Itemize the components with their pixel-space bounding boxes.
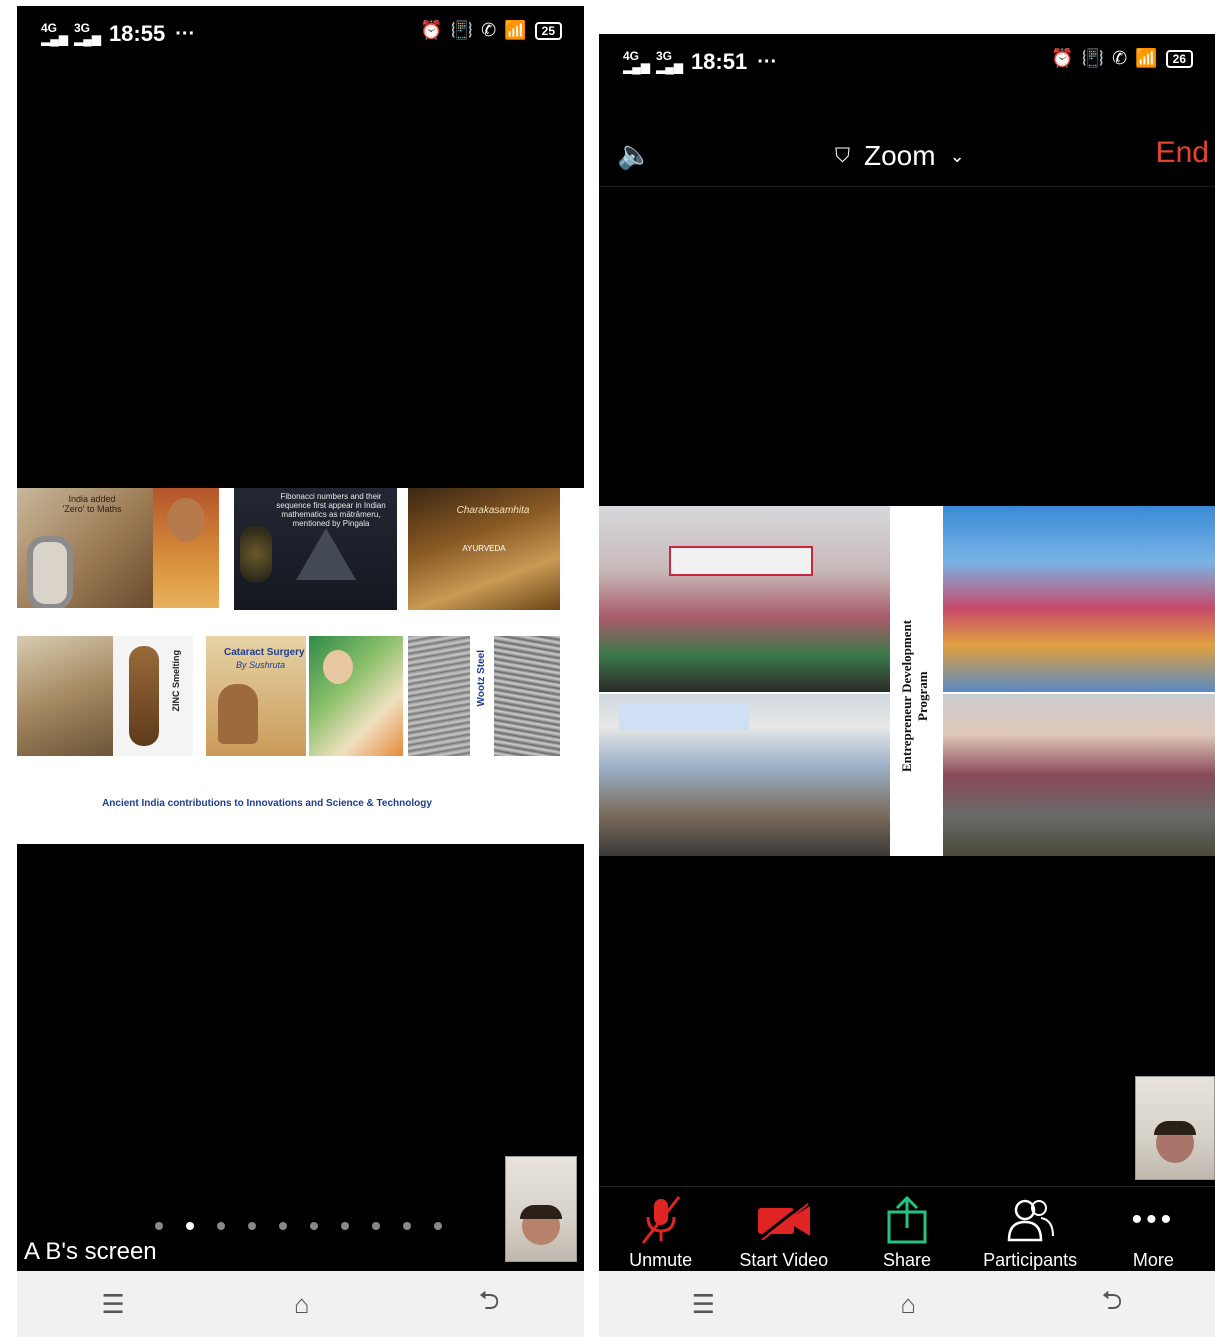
start-video-button[interactable]: Start Video bbox=[724, 1194, 844, 1273]
wootz-steel-tile: Wootz Steel bbox=[408, 636, 560, 756]
self-video-thumbnail[interactable] bbox=[505, 1156, 577, 1262]
page-dot[interactable] bbox=[155, 1222, 163, 1230]
meeting-header: 🔈 ⛉ Zoom ⌄ End bbox=[599, 126, 1215, 187]
slide-caption: Ancient India contributions to Innovatio… bbox=[102, 798, 432, 809]
back-icon[interactable]: ⮌ bbox=[1101, 1282, 1122, 1326]
status-icons: ⏰ 📳 ✆ 📶 26 bbox=[1051, 48, 1193, 69]
page-dot[interactable] bbox=[186, 1222, 194, 1230]
page-indicator[interactable] bbox=[155, 1222, 442, 1230]
menu-icon[interactable]: ☰ bbox=[102, 1289, 125, 1320]
battery-icon: 26 bbox=[1165, 49, 1193, 68]
status-icons: ⏰ 📳 ✆ 📶 25 bbox=[420, 20, 562, 41]
alarm-icon: ⏰ bbox=[1051, 48, 1074, 68]
screen-share-label: A B's screen bbox=[24, 1238, 157, 1265]
meeting-title-dropdown[interactable]: ⛉ Zoom ⌄ bbox=[835, 140, 965, 172]
chevron-down-icon: ⌄ bbox=[949, 145, 965, 166]
page-dot[interactable] bbox=[217, 1222, 225, 1230]
pyramid-image bbox=[296, 528, 356, 580]
page-dot[interactable] bbox=[372, 1222, 380, 1230]
back-icon[interactable]: ⮌ bbox=[479, 1282, 500, 1326]
meeting-title: Zoom bbox=[864, 140, 936, 171]
training-group-photo-2 bbox=[599, 694, 890, 856]
shield-check-icon: ⛉ bbox=[835, 144, 850, 167]
page-dot[interactable] bbox=[341, 1222, 349, 1230]
zero-tile: India added 'Zero' to Maths bbox=[17, 488, 153, 608]
unmute-label: Unmute bbox=[629, 1250, 693, 1270]
status-time: 18:55 bbox=[108, 21, 166, 46]
ayurveda-label: AYURVEDA bbox=[462, 544, 506, 553]
share-button[interactable]: Share bbox=[847, 1194, 967, 1273]
participants-label: Participants bbox=[983, 1250, 1078, 1270]
vibrate-icon: 📳 bbox=[1081, 48, 1105, 68]
cataract-subtitle: By Sushruta bbox=[236, 660, 286, 670]
android-nav-bar: ☰ ⌂ ⮌ bbox=[599, 1271, 1215, 1337]
page-dot[interactable] bbox=[310, 1222, 318, 1230]
more-label: More bbox=[1132, 1250, 1174, 1270]
more-button[interactable]: ••• More bbox=[1093, 1194, 1213, 1273]
vibrate-icon: 📳 bbox=[450, 20, 474, 40]
zinc-smelting-label: ZINC Smelting bbox=[171, 650, 181, 712]
cataract-title: Cataract Surgery bbox=[224, 647, 305, 658]
meeting-toolbar: Unmute Start Video Share Participants ••… bbox=[599, 1186, 1215, 1273]
home-icon[interactable]: ⌂ bbox=[900, 1289, 916, 1320]
fibonacci-text: Fibonacci numbers and their sequence fir… bbox=[276, 492, 386, 528]
charakasamhita-tile: Charakasamhita AYURVEDA bbox=[408, 488, 560, 610]
alarm-icon: ⏰ bbox=[420, 20, 443, 40]
end-meeting-button[interactable]: End bbox=[1156, 136, 1209, 170]
right-phone-screen: 4G ▂▄▆ 3G ▂▄▆ 18:51 ··· ⏰ 📳 ✆ 📶 26 🔈 ⛉ Zoo… bbox=[599, 34, 1215, 1337]
android-nav-bar: ☰ ⌂ ⮌ bbox=[17, 1271, 584, 1337]
participants-icon bbox=[1001, 1194, 1059, 1246]
page-dot[interactable] bbox=[403, 1222, 411, 1230]
signal-4g-icon: 4G ▂▄▆ bbox=[623, 49, 650, 74]
status-time: 18:51 bbox=[690, 49, 748, 74]
microphone-muted-icon bbox=[639, 1194, 683, 1246]
share-label: Share bbox=[882, 1250, 931, 1270]
shared-slide: India added 'Zero' to Maths Fibonacci nu… bbox=[17, 488, 584, 844]
aryabhata-portrait bbox=[153, 488, 219, 608]
cataract-tile: Cataract Surgery By Sushruta bbox=[206, 636, 306, 756]
self-video-thumbnail[interactable] bbox=[1135, 1076, 1215, 1180]
more-dots-icon: ••• bbox=[1131, 1203, 1176, 1236]
start-video-label: Start Video bbox=[739, 1250, 829, 1270]
participants-button[interactable]: Participants bbox=[970, 1194, 1090, 1273]
training-group-photo-4 bbox=[943, 694, 1215, 856]
status-more-dots: ··· bbox=[175, 22, 196, 45]
page-dot[interactable] bbox=[434, 1222, 442, 1230]
wootz-steel-label: Wootz Steel bbox=[476, 650, 487, 707]
speaker-icon[interactable]: 🔈 bbox=[617, 138, 652, 171]
call-icon: ✆ bbox=[1112, 48, 1128, 68]
zinc-site-image bbox=[17, 636, 113, 756]
status-more-dots: ··· bbox=[757, 50, 778, 73]
sushruta-painting bbox=[309, 636, 403, 756]
status-bar: 4G ▂▄▆ 3G ▂▄▆ 18:55 ··· ⏰ 📳 ✆ 📶 25 bbox=[17, 6, 584, 62]
status-bar: 4G ▂▄▆ 3G ▂▄▆ 18:51 ··· ⏰ 📳 ✆ 📶 26 bbox=[599, 34, 1215, 90]
zero-tile-text: India added 'Zero' to Maths bbox=[62, 494, 122, 514]
menu-icon[interactable]: ☰ bbox=[692, 1289, 715, 1320]
signal-3g-icon: 3G ▂▄▆ bbox=[655, 49, 683, 74]
battery-icon: 25 bbox=[534, 21, 562, 40]
page-dot[interactable] bbox=[279, 1222, 287, 1230]
call-icon: ✆ bbox=[481, 20, 497, 40]
left-phone-screen: 4G ▂▄▆ 3G ▂▄▆ 18:55 ··· ⏰ 📳 ✆ 📶 25 India a… bbox=[17, 6, 584, 1337]
charakasamhita-title: Charakasamhita bbox=[456, 505, 530, 516]
unmute-button[interactable]: Unmute bbox=[601, 1194, 721, 1273]
training-group-photo-1 bbox=[599, 506, 890, 692]
page-dot[interactable] bbox=[248, 1222, 256, 1230]
pineapple-image bbox=[240, 526, 272, 582]
signal-4g-icon: 4G ▂▄▆ bbox=[41, 21, 68, 46]
signal-3g-icon: 3G ▂▄▆ bbox=[73, 21, 101, 46]
wifi-icon: 📶 bbox=[1135, 48, 1158, 68]
zinc-retort-image: ZINC Smelting bbox=[113, 636, 193, 756]
share-upload-icon bbox=[885, 1194, 929, 1246]
zero-digit-image bbox=[27, 536, 73, 608]
shared-slide: Entrepreneur Development Program bbox=[599, 506, 1215, 856]
home-icon[interactable]: ⌂ bbox=[294, 1289, 310, 1320]
video-off-icon bbox=[756, 1194, 812, 1246]
wifi-icon: 📶 bbox=[504, 20, 527, 40]
fibonacci-tile: Fibonacci numbers and their sequence fir… bbox=[234, 488, 397, 610]
slide-vertical-title: Entrepreneur Development Program bbox=[899, 620, 930, 773]
training-group-photo-3 bbox=[943, 506, 1215, 692]
